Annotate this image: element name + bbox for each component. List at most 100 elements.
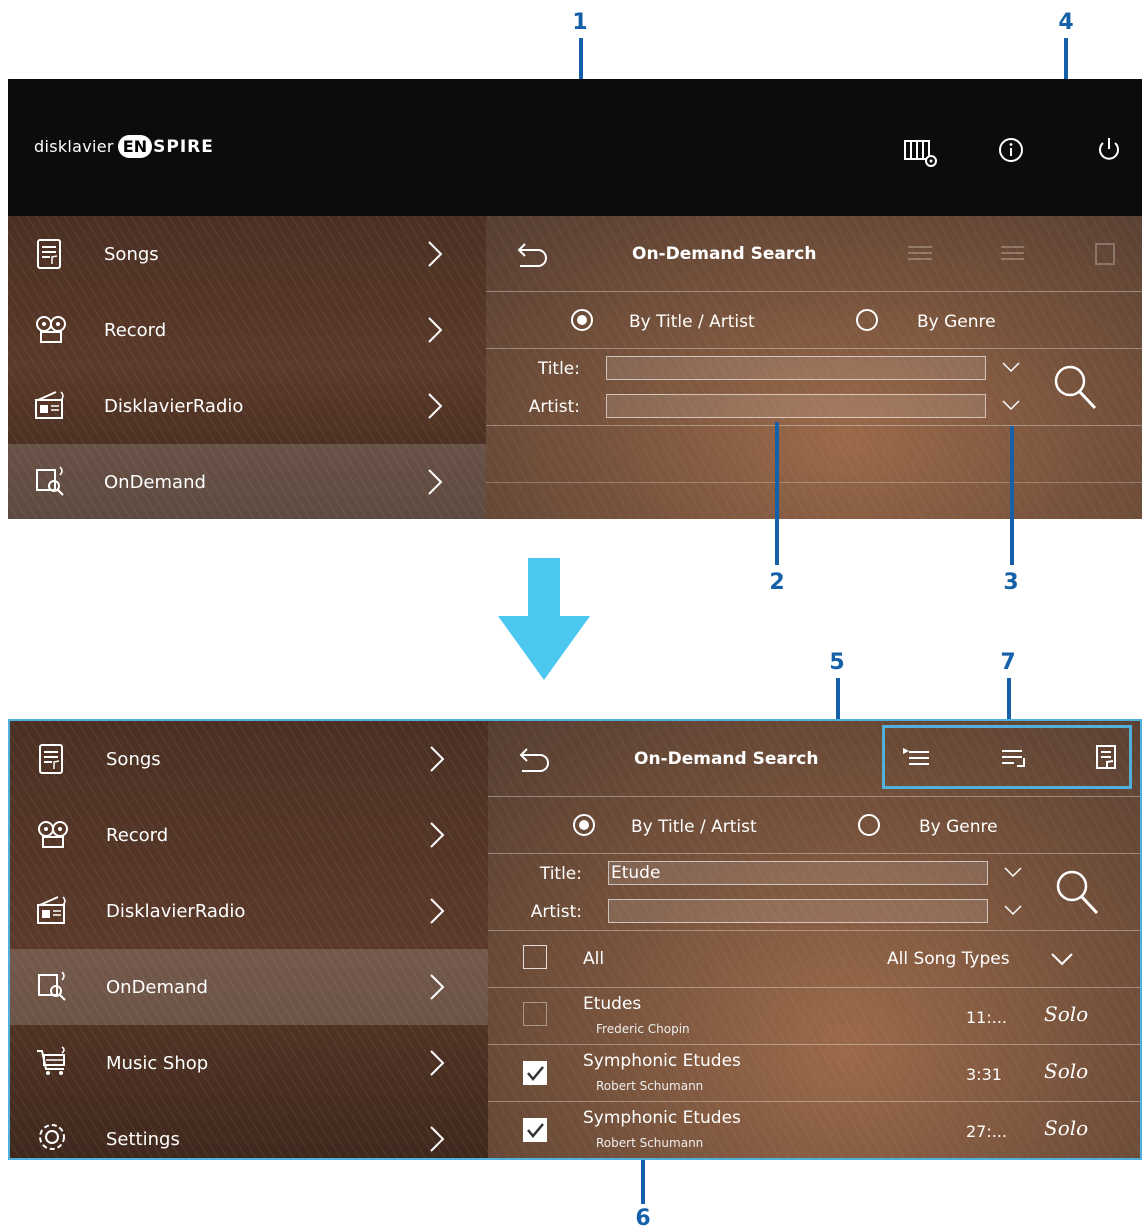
chevron-right-icon	[428, 1125, 446, 1153]
nav-item-disklavierradio[interactable]: DisklavierRadio	[8, 368, 486, 444]
gear-icon	[36, 1121, 70, 1153]
nav-label-settings: Settings	[106, 1128, 180, 1150]
record-icon	[36, 819, 70, 851]
song-artist: Robert Schumann	[596, 1136, 704, 1150]
chevron-right-icon	[428, 745, 446, 773]
bottom-screen: Songs Record DisklavierRadio OnDemand Mu…	[8, 719, 1142, 1160]
search-icon[interactable]	[1052, 363, 1098, 411]
page-title: On-Demand Search	[632, 244, 817, 264]
callout-4: 4	[1058, 10, 1074, 35]
callout-3-line	[1010, 426, 1014, 565]
callout-7: 7	[1000, 650, 1016, 675]
song-type-dropdown-icon[interactable]	[1050, 951, 1074, 966]
callout-3: 3	[1003, 570, 1019, 595]
back-icon[interactable]	[516, 238, 550, 268]
nav-item-ondemand[interactable]: OnDemand	[8, 444, 486, 519]
nav-item-record[interactable]: Record	[8, 292, 486, 368]
append-to-list-icon[interactable]	[1000, 746, 1028, 770]
songs-icon	[36, 743, 70, 775]
back-icon[interactable]	[518, 743, 552, 773]
nav-item-songs[interactable]: Songs	[10, 721, 488, 797]
list-item[interactable]: Symphonic Etudes Robert Schumann 3:31 So…	[488, 1045, 1140, 1101]
chevron-right-icon	[428, 897, 446, 925]
ondemand-icon	[36, 969, 70, 1001]
radio-label-by-title-artist: By Title / Artist	[631, 817, 757, 837]
top-screen: Songs Record DisklavierRadio OnDemand On…	[8, 216, 1142, 519]
callout-6-line	[641, 1160, 645, 1204]
title-input[interactable]: Etude	[608, 861, 988, 885]
title-dropdown-icon[interactable]	[1004, 863, 1022, 878]
select-all-checkbox[interactable]	[523, 945, 547, 969]
song-time: 11:...	[966, 1008, 1008, 1027]
power-icon[interactable]	[1095, 135, 1123, 163]
radio-label-by-genre: By Genre	[917, 312, 996, 332]
radio-icon	[34, 388, 68, 420]
nav-item-record[interactable]: Record	[10, 797, 488, 873]
song-checkbox[interactable]	[523, 1002, 547, 1026]
song-time: 27:...	[966, 1122, 1008, 1141]
toolbar-icons-dimmed	[896, 242, 1116, 266]
chevron-right-icon	[426, 240, 444, 268]
title-label: Title:	[537, 359, 580, 379]
piano-settings-icon[interactable]	[903, 137, 939, 169]
radio-label-by-title-artist: By Title / Artist	[629, 312, 755, 332]
add-to-playlist-icon[interactable]	[903, 746, 931, 770]
callout-5: 5	[829, 650, 845, 675]
callout-1: 1	[572, 10, 588, 35]
radio-by-title-artist[interactable]	[571, 309, 593, 331]
list-item[interactable]: Symphonic Etudes Robert Schumann 27:... …	[488, 1102, 1140, 1158]
chevron-right-icon	[426, 468, 444, 496]
song-info-icon[interactable]	[1093, 744, 1119, 772]
ondemand-icon	[34, 464, 68, 496]
nav-label-ondemand: OnDemand	[106, 976, 208, 998]
song-checkbox[interactable]	[523, 1118, 547, 1142]
song-artist: Frederic Chopin	[596, 1022, 690, 1036]
radio-by-genre[interactable]	[856, 309, 878, 331]
chevron-right-icon	[426, 316, 444, 344]
song-type: Solo	[1044, 1059, 1089, 1083]
artist-dropdown-icon[interactable]	[1002, 396, 1020, 411]
title-label: Title:	[539, 864, 582, 884]
nav-item-ondemand[interactable]: OnDemand	[10, 949, 488, 1025]
nav-item-disklavierradio[interactable]: DisklavierRadio	[10, 873, 488, 949]
song-title: Symphonic Etudes	[583, 1051, 741, 1071]
title-dropdown-icon[interactable]	[1002, 358, 1020, 373]
list-item[interactable]: Etudes Frederic Chopin 11:... Solo	[488, 988, 1140, 1044]
nav-item-settings[interactable]: Settings	[10, 1101, 488, 1158]
nav-label-record: Record	[104, 319, 167, 341]
callout-6: 6	[635, 1206, 651, 1231]
radio-by-genre[interactable]	[858, 814, 880, 836]
song-type-filter[interactable]: All Song Types	[887, 949, 1010, 969]
nav-label-songs: Songs	[106, 748, 161, 770]
nav-label-record: Record	[106, 824, 169, 846]
chevron-right-icon	[426, 392, 444, 420]
title-input[interactable]	[606, 356, 986, 380]
result-toolbar	[882, 725, 1132, 789]
nav-item-music-shop[interactable]: Music Shop	[10, 1025, 488, 1101]
radio-by-title-artist[interactable]	[573, 814, 595, 836]
artist-label: Artist:	[528, 397, 580, 417]
song-type: Solo	[1044, 1002, 1089, 1026]
page-title: On-Demand Search	[634, 749, 819, 769]
nav-label-disklavierradio: DisklavierRadio	[106, 900, 246, 922]
nav-pane: Songs Record DisklavierRadio OnDemand	[8, 216, 486, 519]
nav-item-songs[interactable]: Songs	[8, 216, 486, 292]
artist-input[interactable]	[606, 394, 986, 418]
artist-input[interactable]	[608, 899, 988, 923]
nav-label-ondemand: OnDemand	[104, 471, 206, 493]
search-icon[interactable]	[1054, 868, 1100, 916]
artist-dropdown-icon[interactable]	[1004, 901, 1022, 916]
chevron-right-icon	[428, 821, 446, 849]
nav-label-songs: Songs	[104, 243, 159, 265]
song-artist: Robert Schumann	[596, 1079, 704, 1093]
down-arrow	[498, 558, 590, 680]
song-type: Solo	[1044, 1116, 1089, 1140]
callout-2-line	[775, 422, 779, 565]
info-icon[interactable]	[998, 137, 1024, 163]
record-icon	[34, 314, 68, 346]
radio-label-by-genre: By Genre	[919, 817, 998, 837]
chevron-right-icon	[428, 1049, 446, 1077]
song-checkbox[interactable]	[523, 1061, 547, 1085]
radio-icon	[36, 893, 70, 925]
search-panel-results: On-Demand Search By Title / Artist By Ge…	[488, 721, 1140, 1158]
